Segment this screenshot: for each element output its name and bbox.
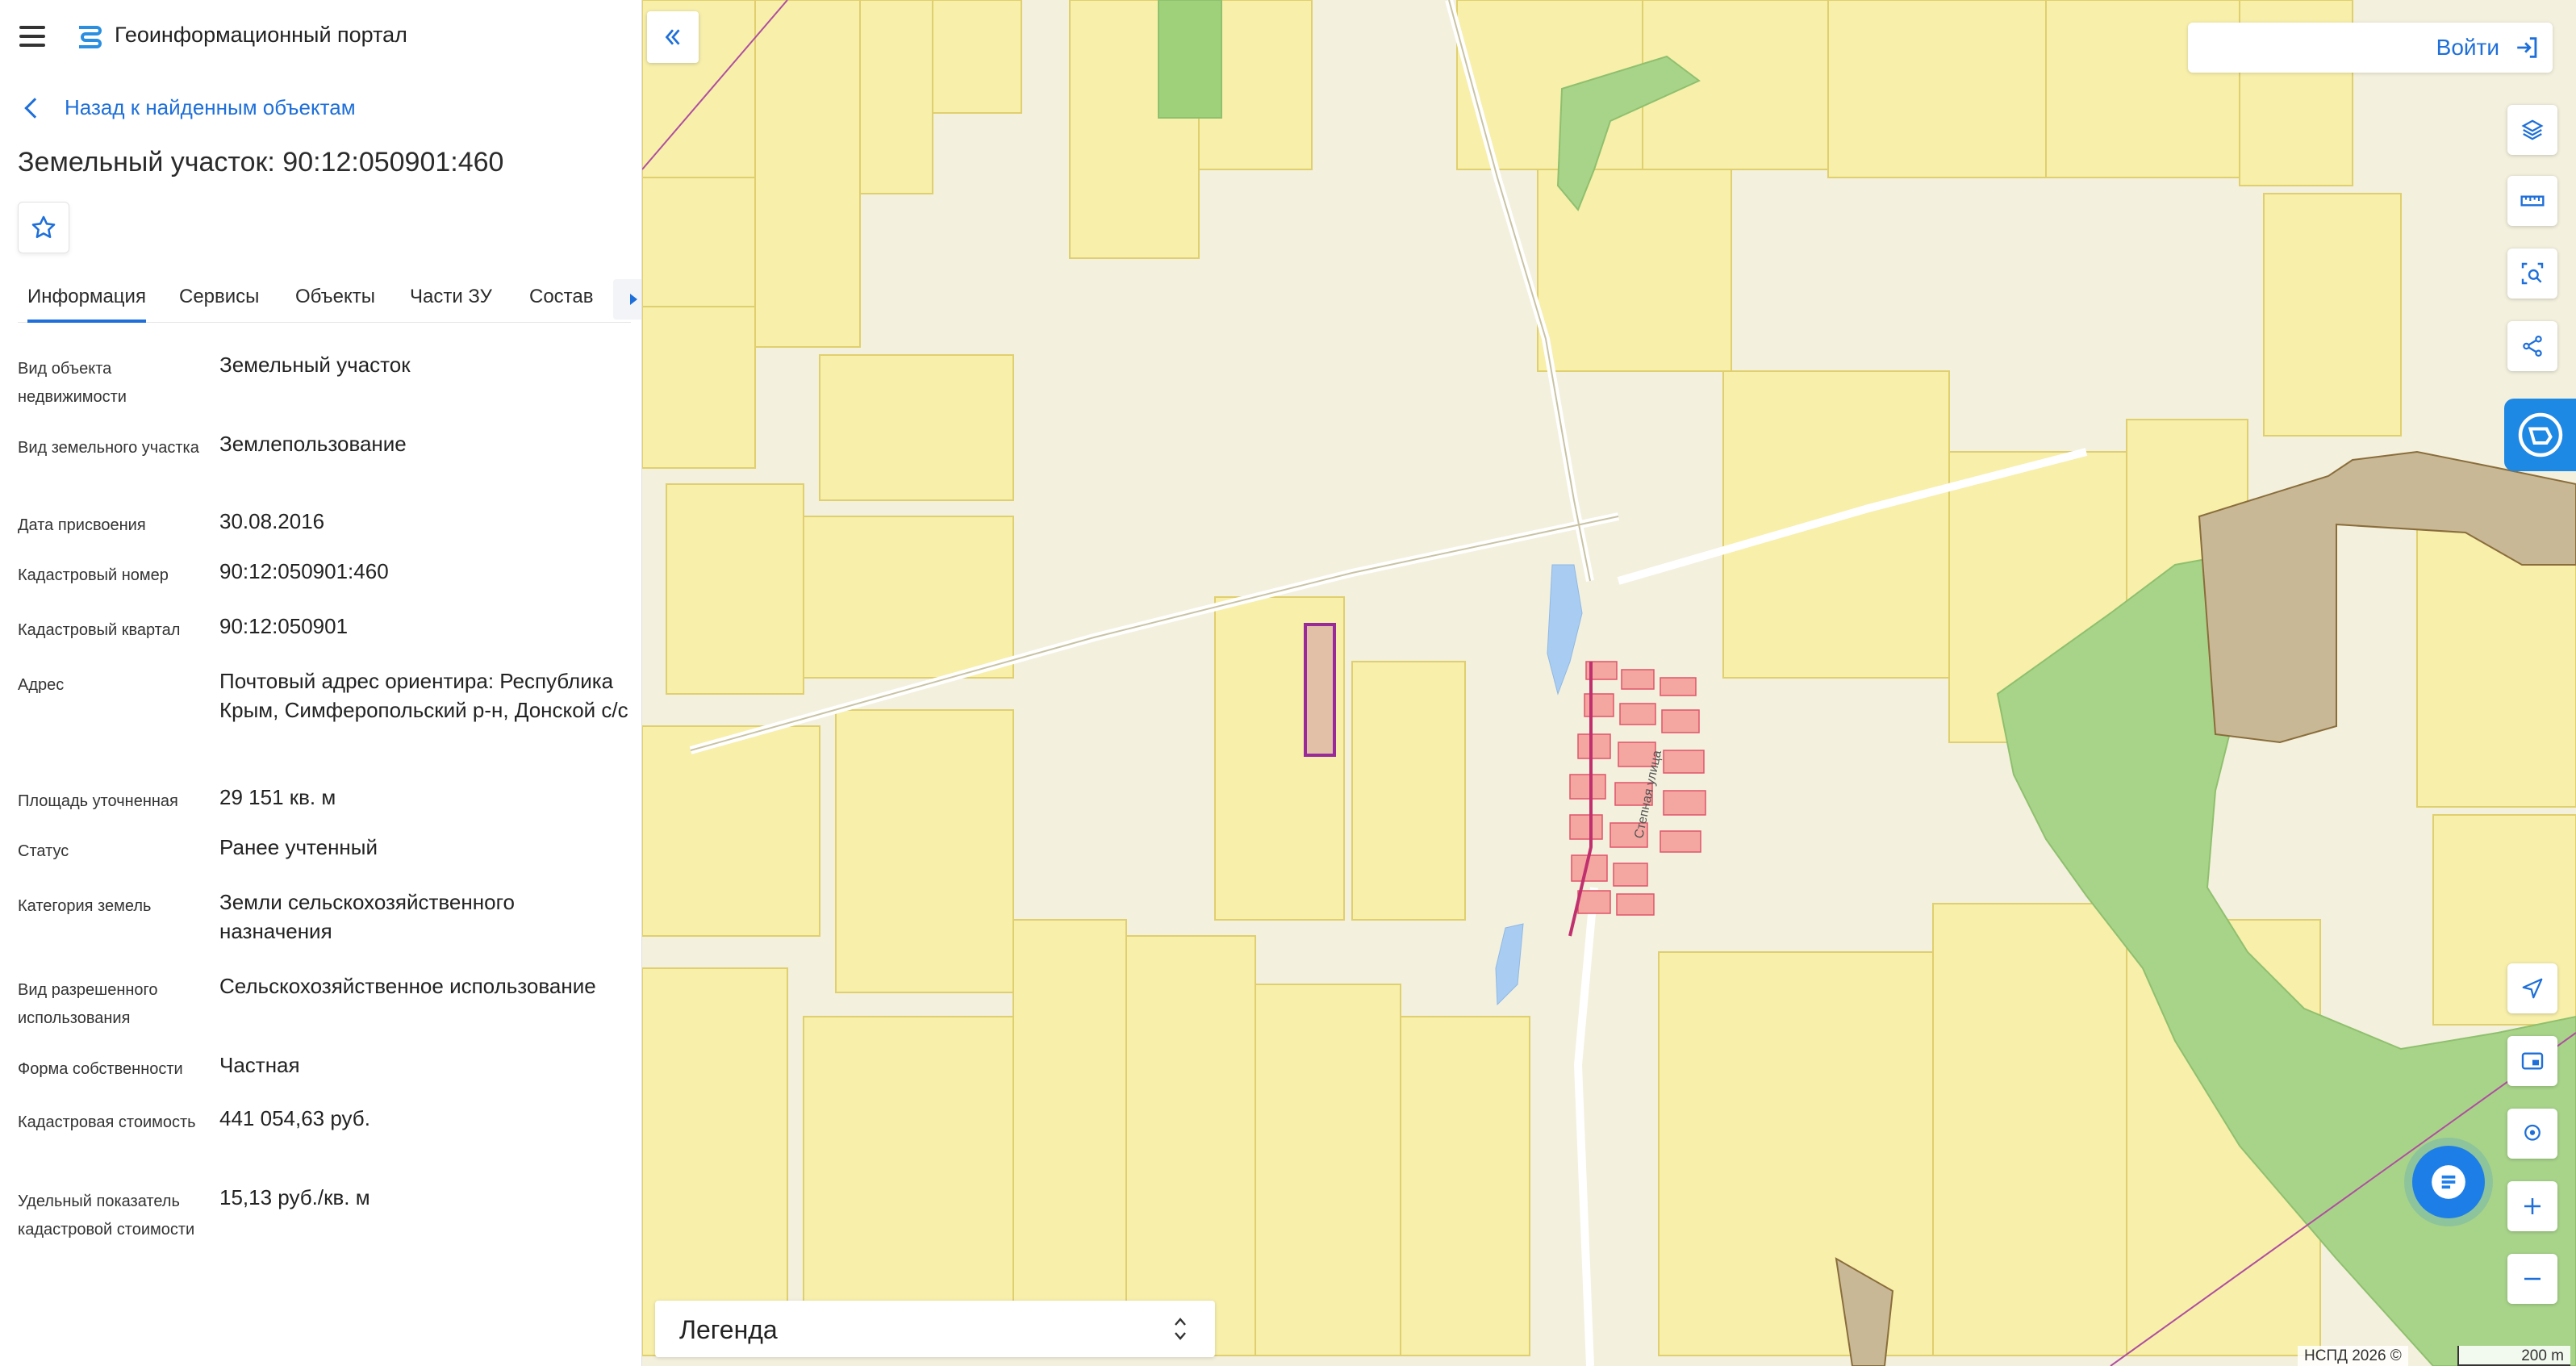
zoom-out-button[interactable] (2507, 1254, 2557, 1304)
locate-icon (2524, 1124, 2541, 1141)
layers-button[interactable] (2507, 105, 2557, 155)
property-value: 29 151 кв. м (219, 785, 336, 809)
minus-icon (2524, 1277, 2541, 1280)
property-key: Вид земельного участка (18, 439, 199, 457)
property-value: Землепользование (219, 432, 407, 456)
property-key: Кадастровый номер (18, 566, 169, 584)
cadastral-map[interactable]: Степная улица (642, 0, 2576, 1366)
tab-information[interactable]: Информация (27, 286, 146, 323)
navigate-button[interactable] (2507, 963, 2557, 1013)
login-label: Войти (2436, 35, 2499, 60)
property-key: Статус (18, 842, 69, 860)
chevron-left-icon (24, 97, 45, 119)
assistant-button[interactable] (2504, 399, 2576, 471)
favorite-button[interactable] (18, 202, 69, 253)
property-value: 90:12:050901:460 (219, 559, 389, 583)
minimap-icon (2521, 1052, 2544, 1070)
property-value: Земли сельскохозяйственного назначения (219, 890, 515, 943)
share-icon (2523, 336, 2542, 357)
layers-icon (2521, 119, 2544, 140)
share-button[interactable] (2507, 321, 2557, 371)
app-root: Геоинформационный портал Назад к найденн… (0, 0, 2576, 1366)
double-chevron-left-icon (665, 29, 680, 45)
star-icon (31, 215, 56, 239)
legend-label: Легенда (679, 1315, 778, 1344)
plus-icon (2524, 1198, 2541, 1214)
ruler-icon (2520, 195, 2545, 207)
property-value: Почтовый адрес ориентира: Республика Кры… (219, 669, 628, 722)
property-value: Сельскохозяйственное использование (219, 974, 596, 998)
property-key: Кадастровый квартал (18, 621, 181, 639)
property-key: Адрес (18, 676, 65, 694)
property-value: Ранее учтенный (219, 835, 378, 859)
area-search-button[interactable] (2507, 249, 2557, 299)
map-attribution: НСПД 2026 © (2298, 1346, 2408, 1366)
page-title: Земельный участок: 90:12:050901:460 (18, 147, 504, 178)
tab-bar: Информация Сервисы Объекты Части ЗУ Сост… (18, 273, 641, 323)
property-key: Дата присвоения (18, 516, 146, 534)
app-title: Геоинформационный портал (115, 23, 407, 47)
chat-button[interactable] (2412, 1146, 2485, 1218)
property-key: Удельный показатель кадастровой стоимост… (18, 1193, 195, 1239)
minimap-button[interactable] (2507, 1036, 2557, 1086)
tab-land-parts[interactable]: Части ЗУ (410, 286, 492, 308)
info-sidebar: Геоинформационный портал Назад к найденн… (0, 0, 642, 1366)
expand-collapse-icon (1175, 1318, 1186, 1340)
property-value: 15,13 руб./кв. м (219, 1185, 370, 1209)
map-scale: 200 m (2457, 1346, 2570, 1366)
back-to-results-link[interactable]: Назад к найденным объектам (21, 95, 356, 120)
property-key: Кадастровая стоимость (18, 1113, 196, 1131)
property-key: Категория земель (18, 897, 152, 915)
chat-icon (2432, 1165, 2465, 1199)
property-key: Площадь уточненная (18, 792, 178, 810)
login-button[interactable]: Войти (2188, 23, 2553, 73)
area-search-icon (2521, 262, 2544, 285)
assistant-icon (2518, 412, 2562, 457)
selected-parcel[interactable] (1304, 623, 1336, 757)
property-value: Частная (219, 1053, 300, 1077)
property-value: 441 054,63 руб. (219, 1106, 370, 1130)
zoom-in-button[interactable] (2507, 1181, 2557, 1231)
back-link-label: Назад к найденным объектам (65, 95, 356, 119)
tab-services[interactable]: Сервисы (179, 286, 259, 308)
collapse-sidebar-button[interactable] (647, 11, 699, 63)
property-value: Земельный участок (219, 353, 411, 377)
locate-button[interactable] (2507, 1109, 2557, 1159)
tab-objects[interactable]: Объекты (295, 286, 375, 308)
login-icon (2517, 37, 2537, 58)
portal-logo-icon (79, 26, 102, 48)
property-key: Форма собственности (18, 1060, 183, 1078)
tab-composition[interactable]: Состав (529, 286, 594, 308)
measure-button[interactable] (2507, 176, 2557, 226)
property-key: Вид разрешенного использования (18, 981, 158, 1027)
legend-panel[interactable]: Легенда (655, 1301, 1215, 1357)
property-value: 90:12:050901 (219, 614, 349, 638)
navigate-icon (2522, 978, 2543, 999)
menu-icon[interactable] (19, 26, 45, 47)
caret-right-icon (629, 294, 637, 305)
property-value: 30.08.2016 (219, 509, 325, 533)
map-canvas[interactable]: Степная улица (642, 0, 2576, 1366)
property-key: Вид объекта недвижимости (18, 360, 127, 406)
tabs-scroll-right-button[interactable] (613, 279, 641, 320)
